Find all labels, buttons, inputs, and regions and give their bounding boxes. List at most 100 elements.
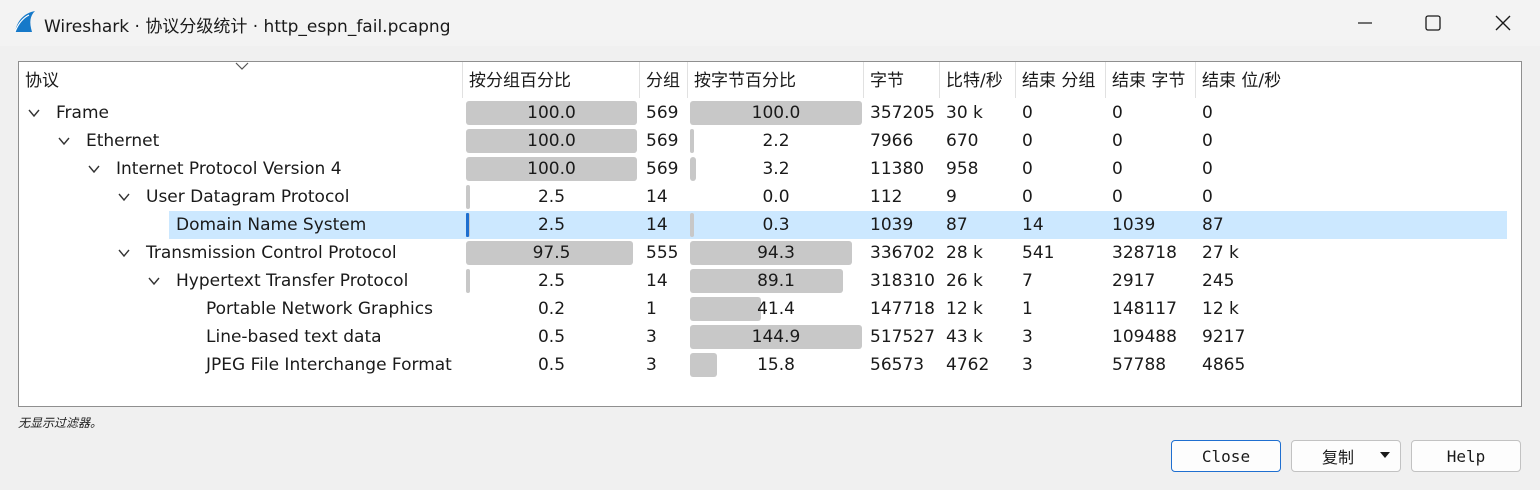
- chevron-down-icon[interactable]: [116, 189, 132, 205]
- percent-packets-bar-value: 2.5: [537, 271, 566, 291]
- chevron-down-icon[interactable]: [146, 273, 162, 289]
- end-bytes: 0: [1112, 131, 1123, 151]
- minimize-icon: [1358, 22, 1372, 24]
- percent-bytes-bar-value: 89.1: [757, 271, 795, 291]
- percent-bytes-bar: 94.3: [690, 241, 862, 265]
- column-percent-bytes[interactable]: 按字节百分比: [688, 62, 864, 98]
- column-packets[interactable]: 分组: [640, 62, 688, 98]
- tree-row[interactable]: JPEG File Interchange Format 0.5 15.8 3 5657…: [19, 351, 1519, 379]
- tree-row[interactable]: Hypertext Transfer Protocol 2.5 89.1 14 3183…: [19, 267, 1519, 295]
- column-end-packets[interactable]: 结束 分组: [1016, 62, 1106, 98]
- percent-bytes-bar-value: 41.4: [757, 299, 795, 319]
- end-bits-per-second: 0: [1202, 159, 1213, 179]
- percent-bytes-bar-value: 0.0: [762, 187, 790, 207]
- percent-packets-bar: 100.0: [466, 157, 637, 181]
- end-packets: 3: [1022, 355, 1033, 375]
- percent-bytes-bar: 89.1: [690, 269, 862, 293]
- tree-row[interactable]: Line-based text data 0.5 144.9 3 517527 43 k 3…: [19, 323, 1519, 351]
- maximize-button[interactable]: [1398, 0, 1468, 46]
- protocol-name: JPEG File Interchange Format: [206, 355, 452, 375]
- chevron-down-icon[interactable]: [56, 133, 72, 149]
- end-bytes: 0: [1112, 103, 1123, 123]
- bytes-count: 112: [870, 187, 903, 207]
- column-bits-per-second[interactable]: 比特/秒: [940, 62, 1016, 98]
- percent-bytes-bar-value: 2.2: [762, 131, 790, 151]
- bits-per-second: 4762: [946, 355, 990, 375]
- bytes-count: 1039: [870, 215, 914, 235]
- percent-packets-bar-value: 0.2: [537, 299, 566, 319]
- column-percent-packets[interactable]: 按分组百分比: [463, 62, 640, 98]
- bits-per-second: 958: [946, 159, 979, 179]
- packets-count: 14: [646, 271, 668, 291]
- protocol-name: Line-based text data: [206, 327, 382, 347]
- bits-per-second: 43 k: [946, 327, 983, 347]
- tree-row[interactable]: Portable Network Graphics 0.2 41.4 1 147718 1…: [19, 295, 1519, 323]
- protocol-name: Portable Network Graphics: [206, 299, 433, 319]
- end-bits-per-second: 27 k: [1202, 243, 1239, 263]
- chevron-down-icon[interactable]: [116, 245, 132, 261]
- percent-bytes-bar-value: 94.3: [757, 243, 795, 263]
- close-window-button[interactable]: [1468, 0, 1538, 46]
- tree-row[interactable]: User Datagram Protocol 2.5 0.0 14 112 9 0 0 0: [19, 183, 1519, 211]
- bits-per-second: 26 k: [946, 271, 983, 291]
- help-button[interactable]: Help: [1411, 440, 1521, 472]
- bits-per-second: 9: [946, 187, 957, 207]
- column-bytes[interactable]: 字节: [864, 62, 940, 98]
- end-packets: 14: [1022, 215, 1044, 235]
- end-bytes: 0: [1112, 159, 1123, 179]
- copy-button[interactable]: 复制: [1291, 440, 1401, 472]
- percent-packets-bar: 0.5: [466, 353, 637, 377]
- packets-count: 3: [646, 327, 657, 347]
- packets-count: 569: [646, 131, 679, 151]
- column-end-bits-per-second[interactable]: 结束 位/秒: [1196, 62, 1507, 98]
- packets-count: 555: [646, 243, 679, 263]
- percent-bytes-bar-value: 3.2: [762, 159, 790, 179]
- percent-packets-bar-value: 0.5: [537, 327, 566, 347]
- bytes-count: 357205: [870, 103, 935, 123]
- bytes-count: 56573: [870, 355, 925, 375]
- title-bar: Wireshark · 协议分级统计 · http_espn_fail.pcap…: [0, 0, 1540, 46]
- end-bytes: 148117: [1112, 299, 1177, 319]
- packets-count: 1: [646, 299, 657, 319]
- packets-count: 14: [646, 187, 668, 207]
- tree-row[interactable]: Domain Name System 2.5 0.3 14 1039 87 14 1039 87: [19, 211, 1519, 239]
- tree-row[interactable]: Frame 100.0 100.0 569 357205 30 k 0 0 0: [19, 99, 1519, 127]
- help-button-label: Help: [1446, 446, 1486, 466]
- end-bits-per-second: 0: [1202, 103, 1213, 123]
- end-bytes: 109488: [1112, 327, 1177, 347]
- percent-bytes-bar-value: 100.0: [751, 103, 801, 123]
- percent-bytes-bar: 100.0: [690, 101, 862, 125]
- protocol-name: Transmission Control Protocol: [146, 243, 397, 263]
- close-button[interactable]: Close: [1171, 440, 1281, 472]
- tree-row[interactable]: Ethernet 100.0 2.2 569 7966 670 0 0 0: [19, 127, 1519, 155]
- percent-packets-bar: 2.5: [466, 185, 637, 209]
- percent-bytes-bar: 3.2: [690, 157, 862, 181]
- bits-per-second: 12 k: [946, 299, 983, 319]
- percent-packets-bar: 0.5: [466, 325, 637, 349]
- minimize-button[interactable]: [1330, 0, 1400, 46]
- end-bits-per-second: 87: [1202, 215, 1224, 235]
- chevron-down-icon[interactable]: [26, 105, 42, 121]
- percent-bytes-bar: 0.3: [690, 213, 862, 237]
- tree-row[interactable]: Transmission Control Protocol 97.5 94.3 555…: [19, 239, 1519, 267]
- end-bytes: 328718: [1112, 243, 1177, 263]
- percent-packets-bar-value: 97.5: [532, 243, 571, 263]
- bytes-count: 517527: [870, 327, 935, 347]
- bytes-count: 147718: [870, 299, 935, 319]
- chevron-down-icon[interactable]: [86, 161, 102, 177]
- percent-bytes-bar-value: 15.8: [757, 355, 795, 375]
- column-end-bytes[interactable]: 结束 字节: [1106, 62, 1196, 98]
- percent-packets-bar: 100.0: [466, 101, 637, 125]
- protocol-name: Domain Name System: [176, 215, 367, 235]
- percent-bytes-bar: 2.2: [690, 129, 862, 153]
- protocol-hierarchy-tree[interactable]: 协议 按分组百分比 分组 按字节百分比 字节 比特/秒 结束 分组 结束 字节 …: [18, 61, 1522, 407]
- percent-packets-bar: 2.5: [466, 269, 637, 293]
- tree-row[interactable]: Internet Protocol Version 4 100.0 3.2 569 11…: [19, 155, 1519, 183]
- end-bits-per-second: 0: [1202, 131, 1213, 151]
- close-icon: [1495, 15, 1511, 31]
- end-bytes: 1039: [1112, 215, 1156, 235]
- vertical-scrollbar[interactable]: [1507, 62, 1521, 406]
- end-bits-per-second: 0: [1202, 187, 1213, 207]
- bytes-count: 11380: [870, 159, 925, 179]
- bits-per-second: 30 k: [946, 103, 983, 123]
